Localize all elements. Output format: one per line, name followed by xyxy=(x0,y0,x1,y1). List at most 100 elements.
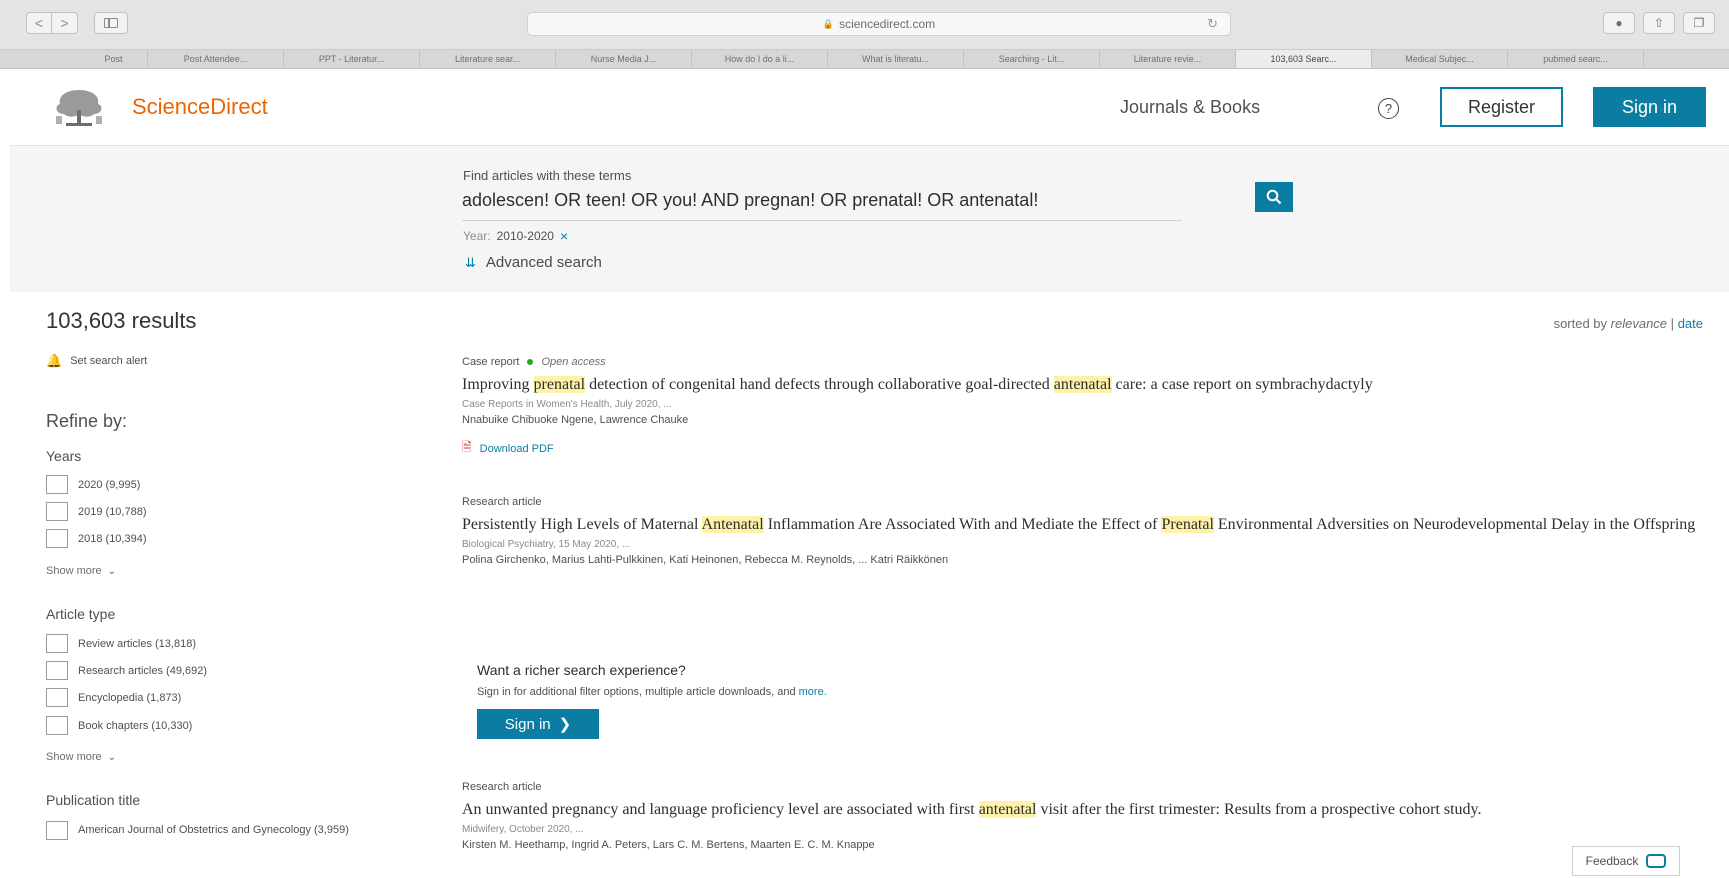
address-bar[interactable]: 🔒 sciencedirect.com ↻ xyxy=(527,12,1231,36)
title-text: Inflammation Are Associated With and Med… xyxy=(763,516,1162,533)
facet-label: American Journal of Obstetrics and Gynec… xyxy=(78,824,349,836)
facet-label: Review articles (13,818) xyxy=(78,637,196,650)
sort-date-link[interactable]: date xyxy=(1678,316,1703,331)
journals-books-link[interactable]: Journals & Books xyxy=(1120,97,1260,118)
result-type-label: Research article xyxy=(462,496,542,508)
result-type-label: Case report xyxy=(462,356,520,368)
show-more-years[interactable]: Show more ⌄ xyxy=(46,565,116,577)
download-pdf-link[interactable]: 🗎 Download PDF xyxy=(462,438,1702,459)
checkbox[interactable] xyxy=(46,475,68,494)
title-highlight: Antenatal xyxy=(701,516,764,533)
reload-icon[interactable]: ↻ xyxy=(1207,16,1218,32)
result-authors: Nnabuike Chibuoke Ngene, Lawrence Chauke xyxy=(462,414,689,426)
tab-item-active[interactable]: 103,603 Searc... xyxy=(1236,50,1372,68)
tab-item[interactable]: Post Attendee... xyxy=(148,50,284,68)
forward-button[interactable]: > xyxy=(52,12,78,34)
advanced-search-link[interactable]: ⇊ Advanced search xyxy=(465,254,602,271)
checkbox[interactable] xyxy=(46,529,68,548)
result-title-link[interactable]: An unwanted pregnancy and language profi… xyxy=(462,798,1702,822)
tabs-overview-icon[interactable]: ❐ xyxy=(1683,12,1715,34)
open-access-dot-icon xyxy=(527,359,534,365)
lock-icon: 🔒 xyxy=(822,18,835,29)
sort-relevance[interactable]: relevance xyxy=(1611,316,1667,331)
promo-more-link[interactable]: more. xyxy=(799,686,827,698)
search-button[interactable] xyxy=(1255,182,1293,212)
sidebar-toggle-button[interactable] xyxy=(94,12,128,34)
result-source: Biological Psychiatry, 15 May 2020, ... xyxy=(462,539,631,550)
share-icon[interactable]: ⇧ xyxy=(1643,12,1675,34)
chevron-down-icon: ⌄ xyxy=(107,751,117,763)
facet-label: Encyclopedia (1,873) xyxy=(78,691,182,704)
site-logo-text[interactable]: ScienceDirect xyxy=(132,94,268,120)
tab-item[interactable]: Medical Subjec... xyxy=(1372,50,1508,68)
facet-checkbox-article-type[interactable]: Review articles (13,818) xyxy=(46,634,196,653)
feedback-button[interactable]: Feedback xyxy=(1572,846,1680,876)
browser-toolbar: < > 🔒 sciencedirect.com ↻ ● ⇧ ❐ xyxy=(0,0,1729,50)
facet-label: 2018 (10,394) xyxy=(78,532,147,545)
result-source: Midwifery, October 2020, ... xyxy=(462,824,584,835)
tab-bar: Post Post Attendee... PPT - Literatur...… xyxy=(0,50,1729,69)
help-icon[interactable]: ? xyxy=(1378,98,1399,119)
sign-in-button[interactable]: Sign in xyxy=(1593,87,1706,127)
checkbox[interactable] xyxy=(46,634,68,653)
checkbox[interactable] xyxy=(46,502,68,521)
sort-control: sorted by relevance | date xyxy=(1554,316,1703,331)
sort-separator: | xyxy=(1670,316,1675,331)
facet-checkbox-article-type[interactable]: Encyclopedia (1,873) xyxy=(46,688,181,707)
tab-item[interactable]: Post xyxy=(80,50,148,68)
facet-label: 2019 (10,788) xyxy=(78,505,147,518)
result-type: Research article xyxy=(462,496,1702,508)
checkbox[interactable] xyxy=(46,821,68,840)
tab-item[interactable]: What is literatu... xyxy=(828,50,964,68)
checkbox[interactable] xyxy=(46,716,68,735)
chevron-down-icon: ⌄ xyxy=(107,565,117,577)
facet-checkbox-article-type[interactable]: Book chapters (10,330) xyxy=(46,716,192,735)
tab-item[interactable]: pubmed searc... xyxy=(1508,50,1644,68)
result-item: Research article Persistently High Level… xyxy=(462,496,1702,566)
close-icon[interactable]: × xyxy=(560,228,568,244)
promo-sign-in-label: Sign in xyxy=(504,715,551,733)
show-more-label: Show more xyxy=(46,751,102,763)
chevron-right-icon: ❯ xyxy=(558,716,572,733)
title-text: An unwanted pregnancy and language profi… xyxy=(462,801,979,818)
title-highlight: Prenatal xyxy=(1161,516,1214,533)
facet-checkbox-year[interactable]: 2020 (9,995) xyxy=(46,475,140,494)
result-item: Research article An unwanted pregnancy a… xyxy=(462,781,1702,851)
title-text: Persistently High Levels of Maternal xyxy=(462,516,702,533)
facet-checkbox-article-type[interactable]: Research articles (49,692) xyxy=(46,661,207,680)
tab-item[interactable]: PPT - Literatur... xyxy=(284,50,420,68)
show-more-label: Show more xyxy=(46,565,102,577)
tab-item[interactable]: Literature sear... xyxy=(420,50,556,68)
tab-item[interactable]: Nurse Media J... xyxy=(556,50,692,68)
refine-heading: Refine by: xyxy=(46,411,128,431)
extension-icon[interactable]: ● xyxy=(1603,12,1635,34)
tab-item[interactable]: Searching - Lit... xyxy=(964,50,1100,68)
title-highlight: antenatal xyxy=(1053,376,1112,393)
result-type: Case report Open access xyxy=(462,356,1702,368)
result-title-link[interactable]: Persistently High Levels of Maternal Ant… xyxy=(462,513,1702,537)
facet-checkbox-year[interactable]: 2018 (10,394) xyxy=(46,529,147,548)
facet-label: 2020 (9,995) xyxy=(78,478,141,491)
facet-checkbox-publication[interactable]: American Journal of Obstetrics and Gynec… xyxy=(46,821,408,840)
back-button[interactable]: < xyxy=(26,12,52,34)
title-text: care: a case report on symbrachydactyly xyxy=(1111,376,1373,393)
double-chevron-down-icon: ⇊ xyxy=(465,254,476,270)
search-input[interactable]: adolescen! OR teen! OR you! AND pregnan!… xyxy=(462,190,1182,221)
result-type-label: Research article xyxy=(462,781,542,793)
register-button[interactable]: Register xyxy=(1440,87,1563,127)
result-title-link[interactable]: Improving prenatal detection of congenit… xyxy=(462,373,1702,397)
download-pdf-label: Download PDF xyxy=(479,442,554,455)
tab-item[interactable]: Literature revie... xyxy=(1100,50,1236,68)
promo-sign-in-button[interactable]: Sign in ❯ xyxy=(477,709,599,739)
checkbox[interactable] xyxy=(46,688,68,707)
checkbox[interactable] xyxy=(46,661,68,680)
elsevier-tree-logo[interactable] xyxy=(48,84,110,128)
tab-item[interactable]: How do I do a li... xyxy=(692,50,828,68)
sort-prefix: sorted by xyxy=(1553,316,1608,331)
advanced-search-label: Advanced search xyxy=(485,254,602,271)
title-text: Improving xyxy=(462,376,534,393)
set-search-alert-link[interactable]: 🔔 Set search alert xyxy=(46,353,147,369)
facet-checkbox-year[interactable]: 2019 (10,788) xyxy=(46,502,147,521)
show-more-article-types[interactable]: Show more ⌄ xyxy=(46,751,116,763)
year-filter-value: 2010-2020 xyxy=(496,229,554,243)
